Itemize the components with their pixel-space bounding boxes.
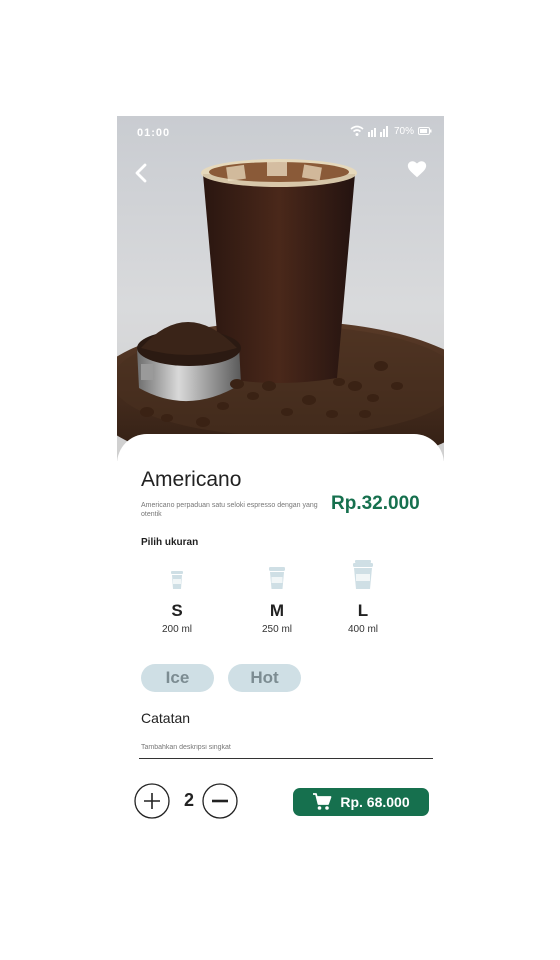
- quantity-value: 2: [183, 790, 194, 810]
- favorite-button[interactable]: [406, 158, 428, 180]
- size-option-m[interactable]: M 250 ml: [247, 556, 307, 635]
- status-time: 01:00: [137, 127, 171, 139]
- product-name: Americano: [141, 468, 242, 491]
- notes-label: Catatan: [141, 710, 191, 726]
- battery-icon: [418, 127, 432, 135]
- battery-percent: 70%: [393, 125, 414, 137]
- increase-quantity-button[interactable]: [134, 783, 170, 819]
- minus-icon: [202, 783, 238, 819]
- size-letter: S: [171, 601, 183, 620]
- ice-toggle[interactable]: Ice: [141, 664, 214, 692]
- size-letter: L: [357, 601, 369, 620]
- heart-icon: [407, 161, 427, 178]
- plus-icon: [134, 783, 170, 819]
- cup-icon: [147, 556, 207, 590]
- size-option-s[interactable]: S 200 ml: [147, 556, 207, 635]
- product-photo: [117, 116, 444, 461]
- cup-icon: [333, 556, 393, 590]
- cart-button-label: Rp. 68.000: [340, 794, 410, 810]
- notes-input[interactable]: [139, 736, 433, 759]
- cart-icon: [313, 793, 332, 810]
- size-volume: 250 ml: [261, 624, 292, 635]
- wifi-icon: [350, 125, 364, 136]
- add-to-cart-button[interactable]: Rp. 68.000: [293, 788, 429, 816]
- product-price: Rp.32.000: [331, 493, 420, 514]
- decrease-quantity-button[interactable]: [202, 783, 238, 819]
- back-button[interactable]: [131, 162, 153, 184]
- signal-icon: [367, 126, 388, 137]
- size-section-label: Pilih ukuran: [141, 537, 199, 548]
- status-icons: 70%: [350, 125, 432, 137]
- size-option-l[interactable]: L 400 ml: [333, 556, 393, 635]
- size-volume: 400 ml: [347, 624, 378, 635]
- cup-icon: [247, 556, 307, 590]
- size-volume: 200 ml: [161, 624, 192, 635]
- size-letter: M: [269, 601, 285, 620]
- status-bar: 01:00 70%: [117, 116, 444, 150]
- product-detail-screen: 01:00 70% Americano Americano perpaduan …: [117, 116, 444, 840]
- hot-toggle[interactable]: Hot: [228, 664, 301, 692]
- product-description: Americano perpaduan satu seloki espresso…: [141, 502, 318, 518]
- back-icon: [135, 163, 147, 183]
